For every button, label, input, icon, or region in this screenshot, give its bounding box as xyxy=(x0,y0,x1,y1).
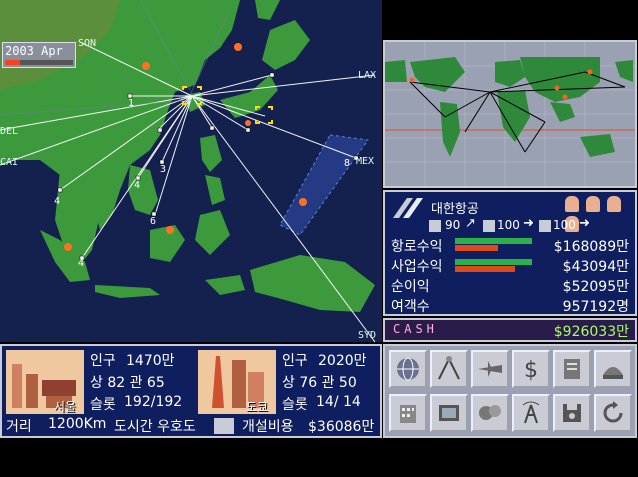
map-label-mex: MEX xyxy=(356,156,375,167)
airline-logo xyxy=(393,198,423,218)
cost-value: $36086만 xyxy=(308,419,375,435)
plane-count-a: 90 xyxy=(445,218,461,232)
tv-button[interactable] xyxy=(430,394,468,432)
talk-button[interactable] xyxy=(471,394,509,432)
command-panel: $ xyxy=(383,344,637,438)
plane-type-c-icon xyxy=(539,220,551,232)
distance-value: 1200Km xyxy=(48,416,107,432)
date-text: 2003 Apr xyxy=(5,44,63,58)
route-count-4b: 4 xyxy=(54,196,61,207)
refresh-icon xyxy=(603,401,623,423)
route-income-green-bar xyxy=(455,238,532,244)
distance-label: 거리 xyxy=(6,419,32,435)
cash-bar: CASH $926033만 xyxy=(383,318,637,342)
disk-button[interactable] xyxy=(553,394,591,432)
facility-button[interactable] xyxy=(553,350,591,388)
city1-slots: 192/192 xyxy=(124,394,183,410)
route-count-1: 1 xyxy=(128,98,135,109)
antenna-icon xyxy=(522,401,540,424)
route-income-red-bar xyxy=(455,245,498,251)
plane-type-b-icon xyxy=(483,220,495,232)
date-display: 2003 Apr xyxy=(2,42,76,68)
route-count-8: 8 xyxy=(344,158,351,169)
city2-name: 도쿄 xyxy=(246,400,269,414)
map-label-cai: CAI xyxy=(0,157,19,168)
route-income-value: $168089만 xyxy=(553,239,629,255)
globe-icon xyxy=(397,357,419,381)
finance-button[interactable]: $ xyxy=(512,350,550,388)
city-info-panel: 서울 인구 1470만 상 82 관 65 슬롯 192/192 도쿄 인구 2… xyxy=(0,344,382,438)
dollar-icon: $ xyxy=(524,358,538,383)
cost-label: 개설비용 xyxy=(242,419,294,435)
hangar-icon xyxy=(603,367,623,379)
globe-button[interactable] xyxy=(389,350,427,388)
business-income-label: 사업수익 xyxy=(391,259,443,275)
map-label-lax: LAX xyxy=(358,70,377,81)
city2-pop-label: 인구 xyxy=(282,353,308,369)
route-count-4c: 4 xyxy=(78,258,85,269)
passengers-label: 여객수 xyxy=(391,299,430,315)
executive-icon xyxy=(607,196,622,212)
map-label-syd: SYD xyxy=(358,330,377,341)
refresh-button[interactable] xyxy=(594,394,632,432)
city1-image: 서울 xyxy=(6,350,84,414)
plane-icon xyxy=(478,361,502,377)
world-minimap[interactable] xyxy=(383,40,637,188)
city1-pop: 1470만 xyxy=(126,353,175,369)
executive-icon xyxy=(565,196,579,212)
office-icon xyxy=(400,405,416,423)
friendship-label: 도시간 우호도 xyxy=(114,419,196,435)
business-income-green-bar xyxy=(455,259,532,265)
route-income-label: 항로수익 xyxy=(391,239,443,255)
disk-icon xyxy=(563,404,581,422)
route-count-4a: 4 xyxy=(134,180,141,191)
cash-label: CASH xyxy=(393,322,438,336)
map-label-son: SON xyxy=(78,38,97,49)
talk-icon xyxy=(479,405,501,420)
office-button[interactable] xyxy=(389,394,427,432)
world-map-graphic xyxy=(385,42,635,186)
month-progress xyxy=(5,60,73,65)
building-icon xyxy=(564,359,580,379)
route-map[interactable]: 2003 Apr SON LAX MEX SYD DEL CAI 1 3 4 4… xyxy=(0,0,382,342)
route-button[interactable] xyxy=(430,350,468,388)
cash-value: $926033만 xyxy=(553,324,629,340)
map-label-del: DEL xyxy=(0,126,19,137)
passengers-value: 957192명 xyxy=(562,299,629,315)
city2-slots: 14/ 14 xyxy=(316,394,361,410)
plane-type-a-icon xyxy=(429,220,441,232)
plane-button[interactable] xyxy=(471,350,509,388)
city1-ratings: 상 82 관 65 xyxy=(90,375,165,391)
executive-icon xyxy=(586,196,601,212)
city2-ratings: 상 76 관 50 xyxy=(282,375,357,391)
arrow-up-icon: ↗ xyxy=(465,216,476,231)
city1-name: 서울 xyxy=(54,400,77,414)
net-profit-value: $52095만 xyxy=(562,279,629,295)
hangar-button[interactable] xyxy=(594,350,632,388)
plane-count-c: 100 xyxy=(553,218,576,232)
net-profit-label: 순이익 xyxy=(391,279,430,295)
city2-image: 도쿄 xyxy=(198,350,276,414)
city2-pop: 2020만 xyxy=(318,353,367,369)
arrow-right-icon: ➜ xyxy=(523,216,534,231)
arrow-right-icon: ➜ xyxy=(579,216,590,231)
antenna-button[interactable] xyxy=(512,394,550,432)
route-count-3: 3 xyxy=(160,164,167,175)
route-icon xyxy=(438,356,460,380)
tv-icon xyxy=(439,405,459,421)
city1-pop-label: 인구 xyxy=(90,353,116,369)
city1-slots-label: 슬롯 xyxy=(90,397,116,413)
city2-slots-label: 슬롯 xyxy=(282,397,308,413)
business-income-red-bar xyxy=(455,266,515,272)
business-income-value: $43094만 xyxy=(562,259,629,275)
airline-name: 대한항공 xyxy=(431,202,479,217)
handshake-icon xyxy=(214,418,234,434)
route-count-6: 6 xyxy=(150,216,157,227)
svg-text:$: $ xyxy=(524,358,538,383)
plane-count-b: 100 xyxy=(497,218,520,232)
airline-stats-panel: 대한항공 90 ↗ 100 ➜ 100 ➜ 항로수익 $168089만 사업수익… xyxy=(383,190,637,316)
